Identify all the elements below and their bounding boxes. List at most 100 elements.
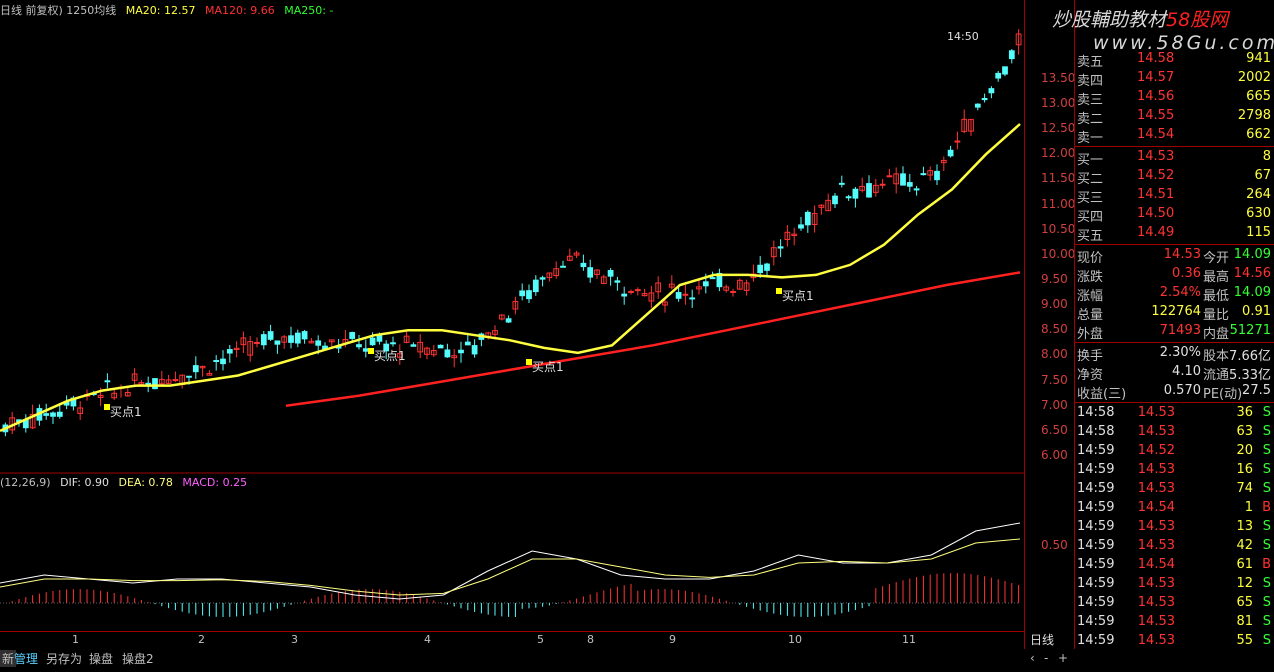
quote-cell: 卖四 (1077, 74, 1104, 89)
quote-cell: 14:59 (1077, 519, 1115, 534)
quote-cell: S (1262, 405, 1271, 420)
watermark-text: 炒股輔助教材 (1052, 9, 1167, 31)
tab-trade2[interactable]: 操盘2 (122, 650, 154, 667)
quote-cell: 14.55 (1137, 108, 1175, 123)
price-tick: 10.50 (1041, 221, 1076, 236)
candle-body (505, 318, 512, 323)
candle-body (777, 246, 784, 249)
quote-cell: 14.54 (1137, 557, 1175, 572)
chevron-left-icon[interactable]: ‹ (1030, 651, 1035, 665)
stat-row: 涨幅 2.54% 最低 14.09 (1075, 284, 1274, 304)
ma250-value: MA250: - (284, 4, 334, 17)
buy-point-label: 买点1 (110, 405, 142, 419)
candle-body (621, 293, 628, 297)
quote-cell: 14:58 (1077, 405, 1115, 420)
period-label[interactable]: 日线 (1030, 631, 1066, 648)
candle-body (709, 277, 716, 280)
quote-cell: 662 (1246, 127, 1271, 142)
candle-body (356, 344, 362, 348)
tick-row: 14:59 14.53 55 S (1075, 632, 1274, 650)
candle-body (226, 349, 233, 354)
quote-cell: PE(动) (1203, 387, 1243, 402)
ask-row: 卖一 14.54 662 (1075, 126, 1274, 146)
macd-dif: DIF: 0.90 (60, 476, 109, 489)
quote-cell: S (1262, 462, 1271, 477)
macd-header: (12,26,9) DIF: 0.90 DEA: 0.78 MACD: 0.25 (0, 476, 253, 492)
price-tick: 9.50 (1041, 271, 1068, 286)
quote-cell: 最低 (1203, 289, 1230, 304)
ma120-value: MA120: 9.66 (205, 4, 275, 17)
date-tick: 8 (587, 633, 594, 646)
candle-body (213, 360, 220, 363)
macd-dea: DEA: 0.78 (118, 476, 173, 489)
tab-trade[interactable]: 操盘 (89, 650, 113, 667)
quote-cell: 14:59 (1077, 443, 1115, 458)
tick-row: 14:59 14.53 81 S (1075, 613, 1274, 631)
candle-body (56, 411, 63, 417)
quote-cell: 0.91 (1242, 304, 1271, 319)
candle-body (866, 183, 872, 198)
quote-panel: 卖五 14.58 941 卖四 14.57 2002 卖三 14.56 665 卖二 14.55 27… (1074, 0, 1274, 667)
quote-cell: 16 (1236, 462, 1253, 477)
quote-cell: 61 (1236, 557, 1253, 572)
bid-row: 买五 14.49 115 (1075, 224, 1274, 244)
kline-chart[interactable]: 买点1 买点1 买点1 买点1 14:50 (0, 0, 1024, 650)
candle-body (580, 262, 587, 268)
quote-cell: 换手 (1077, 349, 1104, 364)
candle-body (186, 375, 192, 378)
candle-body (50, 412, 56, 417)
candle-body (954, 140, 961, 143)
candle-body (288, 335, 294, 343)
bid-row: 买二 14.52 67 (1075, 167, 1274, 187)
quote-cell: 买二 (1077, 172, 1104, 187)
candle-body (682, 293, 689, 296)
candle-body (995, 72, 1002, 79)
quote-cell: 14.57 (1137, 70, 1175, 85)
candle-body (145, 382, 152, 385)
candle-body (532, 279, 539, 293)
candle-body (628, 290, 634, 293)
candle-body (804, 211, 811, 226)
price-tick: 7.50 (1041, 372, 1068, 387)
buy-point-label: 买点1 (374, 349, 406, 363)
tick-row: 14:59 14.53 42 S (1075, 537, 1274, 555)
divider (1075, 402, 1274, 403)
plus-icon[interactable]: + (1058, 651, 1068, 665)
buy-point-label: 买点1 (532, 360, 564, 374)
candle-body (315, 340, 322, 346)
quote-cell: 14:58 (1077, 424, 1115, 439)
macd-tick: 0.50 (1041, 538, 1068, 552)
candle-body (458, 349, 464, 354)
quote-cell: 2.30% (1159, 345, 1201, 360)
candle-body (981, 98, 988, 101)
date-tick: 5 (537, 633, 544, 646)
minus-icon[interactable]: - (1044, 651, 1048, 665)
quote-cell: S (1262, 614, 1271, 629)
candle-body (886, 175, 893, 178)
quote-cell: 外盘 (1077, 327, 1104, 342)
candle-body (220, 358, 226, 365)
watermark-url: www.58Gu.com (1093, 32, 1274, 54)
candle-body (934, 170, 940, 181)
candle-body (172, 379, 179, 382)
candle-body (349, 332, 356, 339)
quote-cell: 14.51 (1137, 187, 1175, 202)
quote-cell: 买五 (1077, 229, 1104, 244)
price-tick: 13.50 (1041, 70, 1076, 85)
quote-cell: 5.33亿 (1229, 368, 1271, 383)
candle-body (947, 149, 954, 157)
macd-value: MACD: 0.25 (182, 476, 248, 489)
quote-cell: S (1262, 633, 1271, 648)
tab-save-as[interactable]: 另存为 (46, 650, 82, 667)
candle-body (294, 332, 301, 344)
candle-body (906, 182, 913, 187)
quote-cell: 2798 (1237, 108, 1271, 123)
quote-cell: 71493 (1159, 323, 1201, 338)
watermark-brand: 58股网 (1166, 9, 1229, 31)
quote-cell: 1 (1244, 500, 1253, 515)
price-tick: 10.00 (1041, 246, 1076, 261)
bottom-tabs: 新 管理 另存为 操盘 操盘2 ‹ - + (0, 649, 1274, 672)
quote-cell: 内盘 (1203, 327, 1230, 342)
tab-manage[interactable]: 管理 (14, 650, 38, 667)
quote-cell: 2.54% (1159, 285, 1201, 300)
